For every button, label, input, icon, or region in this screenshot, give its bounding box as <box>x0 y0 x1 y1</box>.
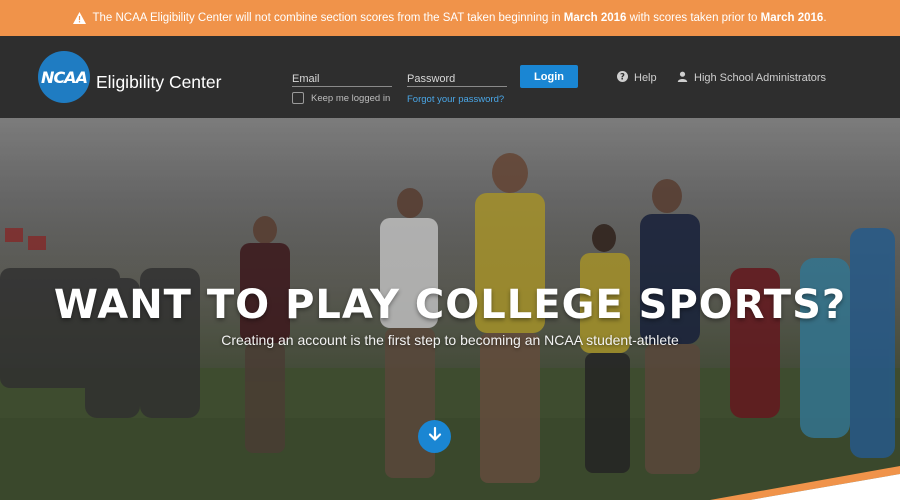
forgot-password-link[interactable]: Forgot your password? <box>407 94 504 105</box>
help-link[interactable]: ? Help <box>617 71 657 85</box>
site-header: NCAA Eligibility Center Keep me logged i… <box>0 36 900 118</box>
admins-label: High School Administrators <box>694 72 827 84</box>
keep-logged-in-checkbox[interactable] <box>292 92 304 104</box>
hero-title: WANT TO PLAY COLLEGE SPORTS? <box>53 282 847 328</box>
password-field[interactable] <box>407 73 507 85</box>
scroll-down-button[interactable] <box>418 420 451 453</box>
hero-section: WANT TO PLAY COLLEGE SPORTS? Creating an… <box>0 118 900 500</box>
decorative-stripe <box>710 466 900 500</box>
logo-mark: NCAA <box>41 67 88 87</box>
login-button[interactable]: Login <box>520 65 578 88</box>
alert-date-2: March 2016 <box>760 12 824 24</box>
alert-text: The NCAA Eligibility Center will not com… <box>92 12 826 24</box>
svg-text:?: ? <box>620 73 625 83</box>
user-icon <box>677 71 688 85</box>
warning-icon <box>73 12 87 24</box>
alert-banner: The NCAA Eligibility Center will not com… <box>0 0 900 36</box>
help-label: Help <box>634 72 657 84</box>
email-field-wrapper <box>292 69 392 87</box>
alert-text-before: The NCAA Eligibility Center will not com… <box>92 12 561 24</box>
logo-text[interactable]: Eligibility Center <box>96 72 221 93</box>
hero-subtitle: Creating an account is the first step to… <box>221 332 679 348</box>
alert-text-middle: with scores taken prior to <box>629 12 758 24</box>
keep-logged-in[interactable]: Keep me logged in <box>292 92 390 104</box>
ncaa-logo[interactable]: NCAA <box>38 51 90 103</box>
alert-date-1: March 2016 <box>563 12 627 24</box>
arrow-down-icon <box>427 426 443 447</box>
email-field[interactable] <box>292 73 392 85</box>
keep-logged-in-label: Keep me logged in <box>311 92 391 104</box>
high-school-admins-link[interactable]: High School Administrators <box>677 71 826 85</box>
password-field-wrapper <box>407 69 507 87</box>
help-icon: ? <box>617 71 628 85</box>
alert-text-after: . <box>823 12 827 24</box>
